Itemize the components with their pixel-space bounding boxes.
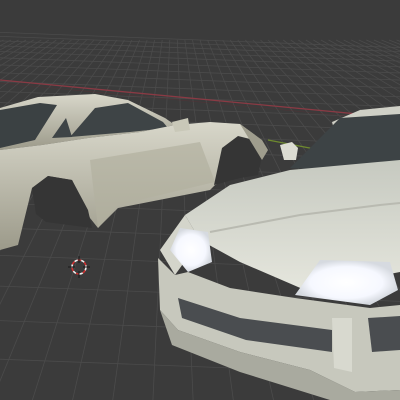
viewport-canvas[interactable]	[0, 0, 400, 400]
car2-bumper-pillar	[332, 318, 352, 372]
3d-viewport[interactable]	[0, 0, 400, 400]
car2-fog-intake	[368, 316, 400, 352]
